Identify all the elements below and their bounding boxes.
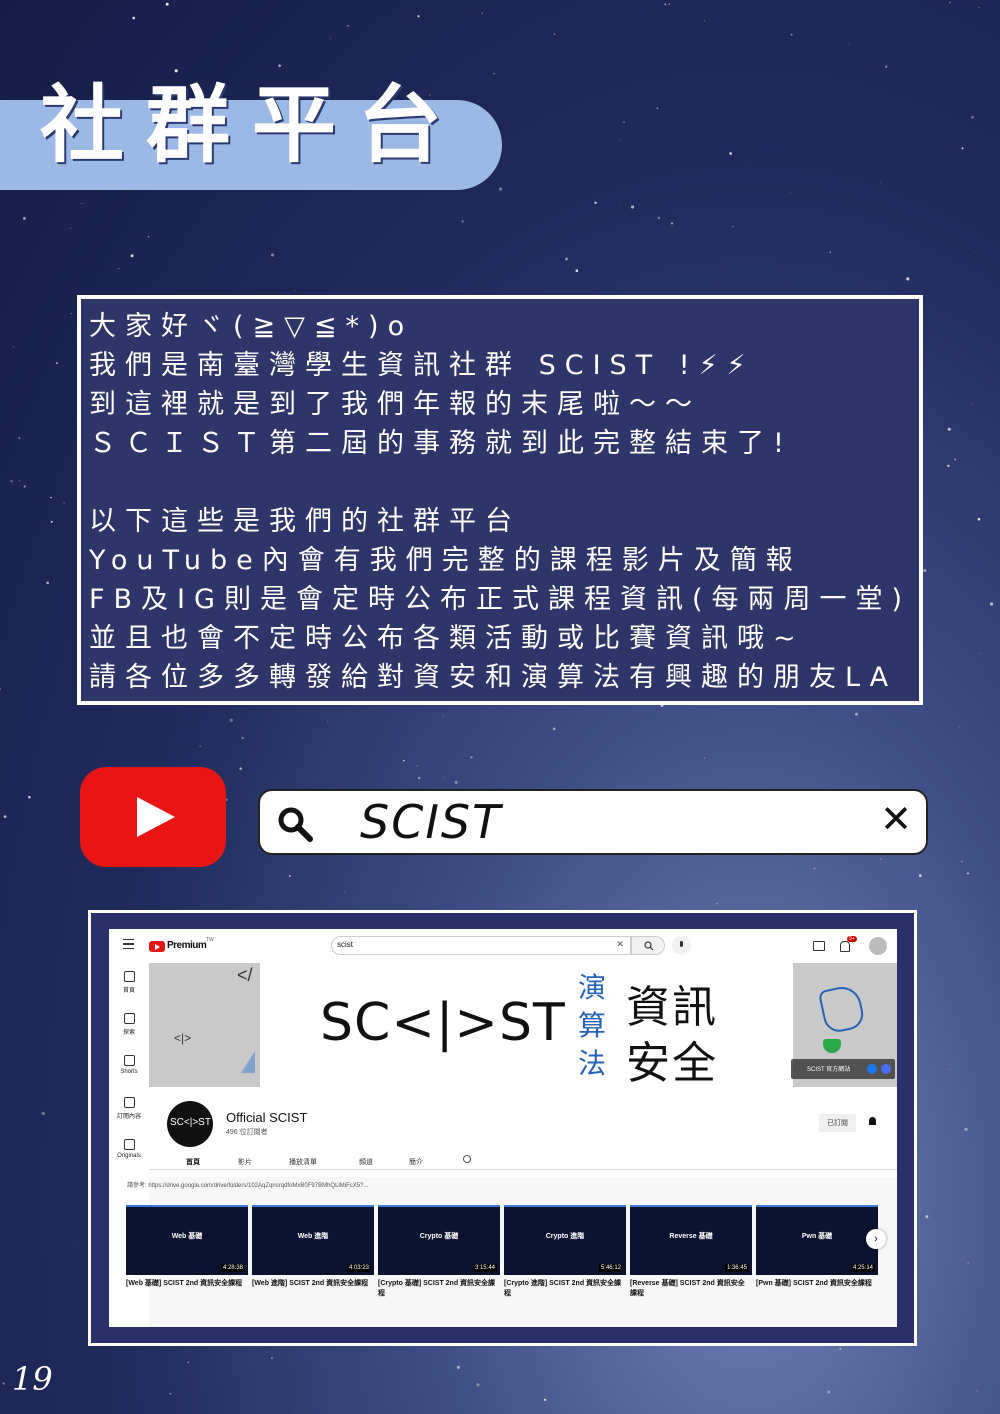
search-icon — [644, 941, 654, 951]
thumbnail-title: Pwn 基礎 — [801, 1233, 833, 1240]
search-query[interactable]: SCIST — [360, 795, 502, 849]
thumbnail-title: Web 進階 — [297, 1233, 329, 1240]
yt-sidebar-item[interactable]: 訂閱內容 — [109, 1097, 149, 1120]
thumbnail-title: Web 基礎 — [171, 1233, 203, 1240]
nav-icon — [123, 1055, 135, 1066]
nav-icon — [123, 1013, 135, 1024]
page-title: 社群平台 — [40, 76, 465, 174]
channel-tab[interactable]: 首頁 — [186, 1157, 200, 1167]
video-thumbnail[interactable]: Reverse 基礎 1:36:45 — [630, 1205, 752, 1275]
bell-icon[interactable] — [840, 941, 850, 952]
banner-link[interactable]: SCIST 官方網站 — [791, 1059, 895, 1079]
video-duration: 4:03:23 — [346, 1264, 371, 1272]
channel-avatar[interactable]: SC<|>ST — [167, 1101, 213, 1147]
yt-sidebar-label: 首頁 — [122, 988, 135, 994]
video-title[interactable]: [Crypto 進階] SCIST 2nd 資訊安全課程 — [504, 1279, 622, 1299]
banner-text-info: 資訊 — [626, 982, 718, 1033]
intro-line: 大家好ヾ(≧▽≦*)o — [89, 311, 414, 342]
yt-sidebar-label: 探索 — [122, 1030, 135, 1036]
yt-sidebar-item[interactable]: Originals — [109, 1139, 149, 1159]
video-duration: 1:36:45 — [724, 1264, 749, 1272]
youtube-screenshot: Premium TW scist ✕ 9+ 首頁 探索 Shorts 訂閱內容 Orig… — [109, 929, 897, 1327]
search-icon[interactable] — [463, 1155, 471, 1163]
yt-sidebar-item[interactable]: 首頁 — [109, 971, 149, 994]
yt-logo-text: Premium — [167, 940, 207, 951]
channel-subs: 496 位訂閱者 — [226, 1129, 268, 1136]
thumbnail-title: Crypto 進階 — [545, 1233, 585, 1240]
yt-topbar: Premium TW scist ✕ 9+ — [109, 929, 897, 963]
banner-logo-area: SC<|>ST 演算法 資訊 安全 — [260, 963, 793, 1089]
intro-textbox: 大家好ヾ(≧▽≦*)o 我們是南臺灣學生資訊社群 SCIST !⚡⚡ 到這裡就是到了… — [77, 295, 923, 705]
next-arrow-icon[interactable]: › — [866, 1229, 886, 1249]
channel-tab[interactable]: 影片 — [238, 1157, 252, 1167]
video-title[interactable]: [Crypto 基礎] SCIST 2nd 資訊安全課程 — [378, 1279, 496, 1299]
thumbnail-title: Reverse 基礎 — [669, 1233, 713, 1240]
yt-region: TW — [206, 937, 214, 943]
channel-tab[interactable]: 播放清單 — [289, 1157, 317, 1167]
video-thumbnail[interactable]: Crypto 基礎 3:15:44 — [378, 1205, 500, 1275]
intro-line: 我們是南臺灣學生資訊社群 SCIST !⚡⚡ — [89, 350, 755, 381]
banner-link-text: SCIST 官方網站 — [807, 1067, 851, 1073]
yt-sidebar-label: Shorts — [120, 1069, 138, 1075]
video-thumbnail[interactable]: Web 基礎 4:28:38 — [126, 1205, 248, 1275]
intro-line: FB及IG則是會定時公布正式課程資訊(每兩周一堂) — [89, 584, 912, 615]
video-duration: 5:46:12 — [598, 1264, 623, 1272]
intro-line: 到這裡就是到了我們年報的末尾啦～～ — [89, 389, 701, 420]
intro-line: ＳＣＩＳＴ第二屆的事務就到此完整結束了! — [89, 428, 793, 459]
bell-icon[interactable] — [869, 1117, 876, 1125]
yt-search-input[interactable]: scist ✕ — [331, 936, 631, 955]
subscribed-button[interactable]: 已訂閱 — [819, 1114, 856, 1132]
video-thumbnail[interactable]: Web 進階 4:03:23 — [252, 1205, 374, 1275]
video-duration: 3:15:44 — [472, 1264, 497, 1272]
notification-badge: 9+ — [847, 936, 857, 942]
nav-icon — [123, 971, 135, 982]
intro-line: YouTube內會有我們完整的課程影片及簡報 — [89, 545, 802, 576]
messenger-icon[interactable] — [881, 1064, 891, 1074]
intro-line: 以下這些是我們的社群平台 — [89, 506, 521, 537]
video-title[interactable]: [Web 進階] SCIST 2nd 資訊安全課程 — [252, 1279, 370, 1289]
yt-clear-icon[interactable]: ✕ — [616, 939, 624, 950]
close-icon[interactable]: ✕ — [880, 797, 912, 841]
channel-name: Official SCIST — [226, 1110, 308, 1125]
youtube-logo-icon — [80, 767, 226, 867]
video-title[interactable]: [Pwn 基礎] SCIST 2nd 資訊安全課程 — [756, 1279, 874, 1289]
thumbnail-title: Crypto 基礎 — [419, 1233, 459, 1240]
channel-tab[interactable]: 簡介 — [409, 1157, 423, 1167]
video-duration: 4:28:38 — [220, 1264, 245, 1272]
search-icon[interactable] — [276, 805, 316, 845]
search-bar[interactable]: SCIST ✕ — [258, 789, 928, 855]
check-icon — [823, 1039, 841, 1053]
yt-sidebar-label: 訂閱內容 — [116, 1114, 141, 1120]
video-title[interactable]: [Reverse 基礎] SCIST 2nd 資訊安全課程 — [630, 1279, 748, 1299]
channel-banner: </ <|> SC<|>ST 演算法 資訊 安全 SCIST 官方網站 — [149, 963, 897, 1089]
video-duration: 4:25:14 — [850, 1264, 875, 1272]
nav-icon — [123, 1139, 135, 1150]
yt-sidebar-label: Originals — [117, 1153, 141, 1159]
yt-sidebar-item[interactable]: 探索 — [109, 1013, 149, 1036]
nav-icon — [123, 1097, 135, 1108]
yt-search-value: scist — [337, 940, 353, 949]
yt-sidebar-item[interactable]: Shorts — [109, 1055, 149, 1075]
channel-avatar-text: SC<|>ST — [170, 1117, 211, 1128]
intro-line — [89, 463, 911, 502]
banner-text-security: 安全 — [626, 1038, 718, 1089]
shield-icon — [817, 983, 867, 1035]
banner-logo: SC<|>ST — [320, 993, 566, 1053]
description-link[interactable]: 請參考: https://drive.google.com/drive/fold… — [127, 1180, 368, 1189]
page-number: 19 — [12, 1360, 53, 1398]
video-thumbnail[interactable]: Crypto 進階 5:46:12 — [504, 1205, 626, 1275]
intro-line: 請各位多多轉發給對資安和演算法有興趣的朋友LA — [89, 662, 898, 693]
banner-text-algorithm: 演算法 — [578, 971, 607, 1080]
avatar[interactable] — [869, 937, 887, 955]
intro-line: 並且也會不定時公布各類活動或比賽資訊哦~ — [89, 623, 805, 654]
facebook-icon[interactable] — [867, 1064, 877, 1074]
create-icon[interactable] — [813, 941, 825, 951]
channel-tab[interactable]: 頻道 — [359, 1157, 373, 1167]
video-title[interactable]: [Web 基礎] SCIST 2nd 資訊安全課程 — [126, 1279, 244, 1289]
yt-search-button[interactable] — [631, 936, 665, 955]
video-thumbnail[interactable]: Pwn 基礎 4:25:14 — [756, 1205, 878, 1275]
